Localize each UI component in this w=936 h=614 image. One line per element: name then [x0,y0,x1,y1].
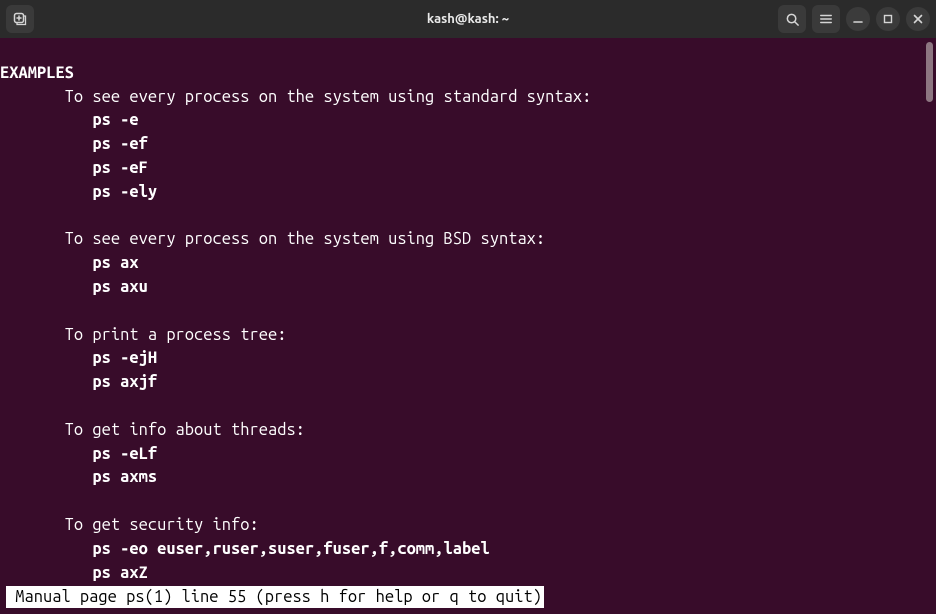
window-title: kash@kash: ~ [427,12,509,26]
close-icon [912,13,924,25]
maximize-icon [882,13,894,25]
close-button[interactable] [906,7,930,31]
new-tab-icon [12,11,28,27]
titlebar-left [6,5,34,33]
new-tab-button[interactable] [6,5,34,33]
minimize-icon [852,13,864,25]
maximize-button[interactable] [876,7,900,31]
minimize-button[interactable] [846,7,870,31]
menu-button[interactable] [812,5,840,33]
titlebar-right [778,5,930,33]
terminal-body[interactable]: EXAMPLES To see every process on the sys… [0,38,936,614]
search-icon [785,12,800,27]
titlebar: kash@kash: ~ [0,0,936,38]
man-page-status-line: Manual page ps(1) line 55 (press h for h… [6,586,544,608]
search-button[interactable] [778,5,806,33]
man-page-content: EXAMPLES To see every process on the sys… [0,38,936,585]
hamburger-icon [819,12,833,26]
scrollbar-thumb[interactable] [926,42,933,102]
